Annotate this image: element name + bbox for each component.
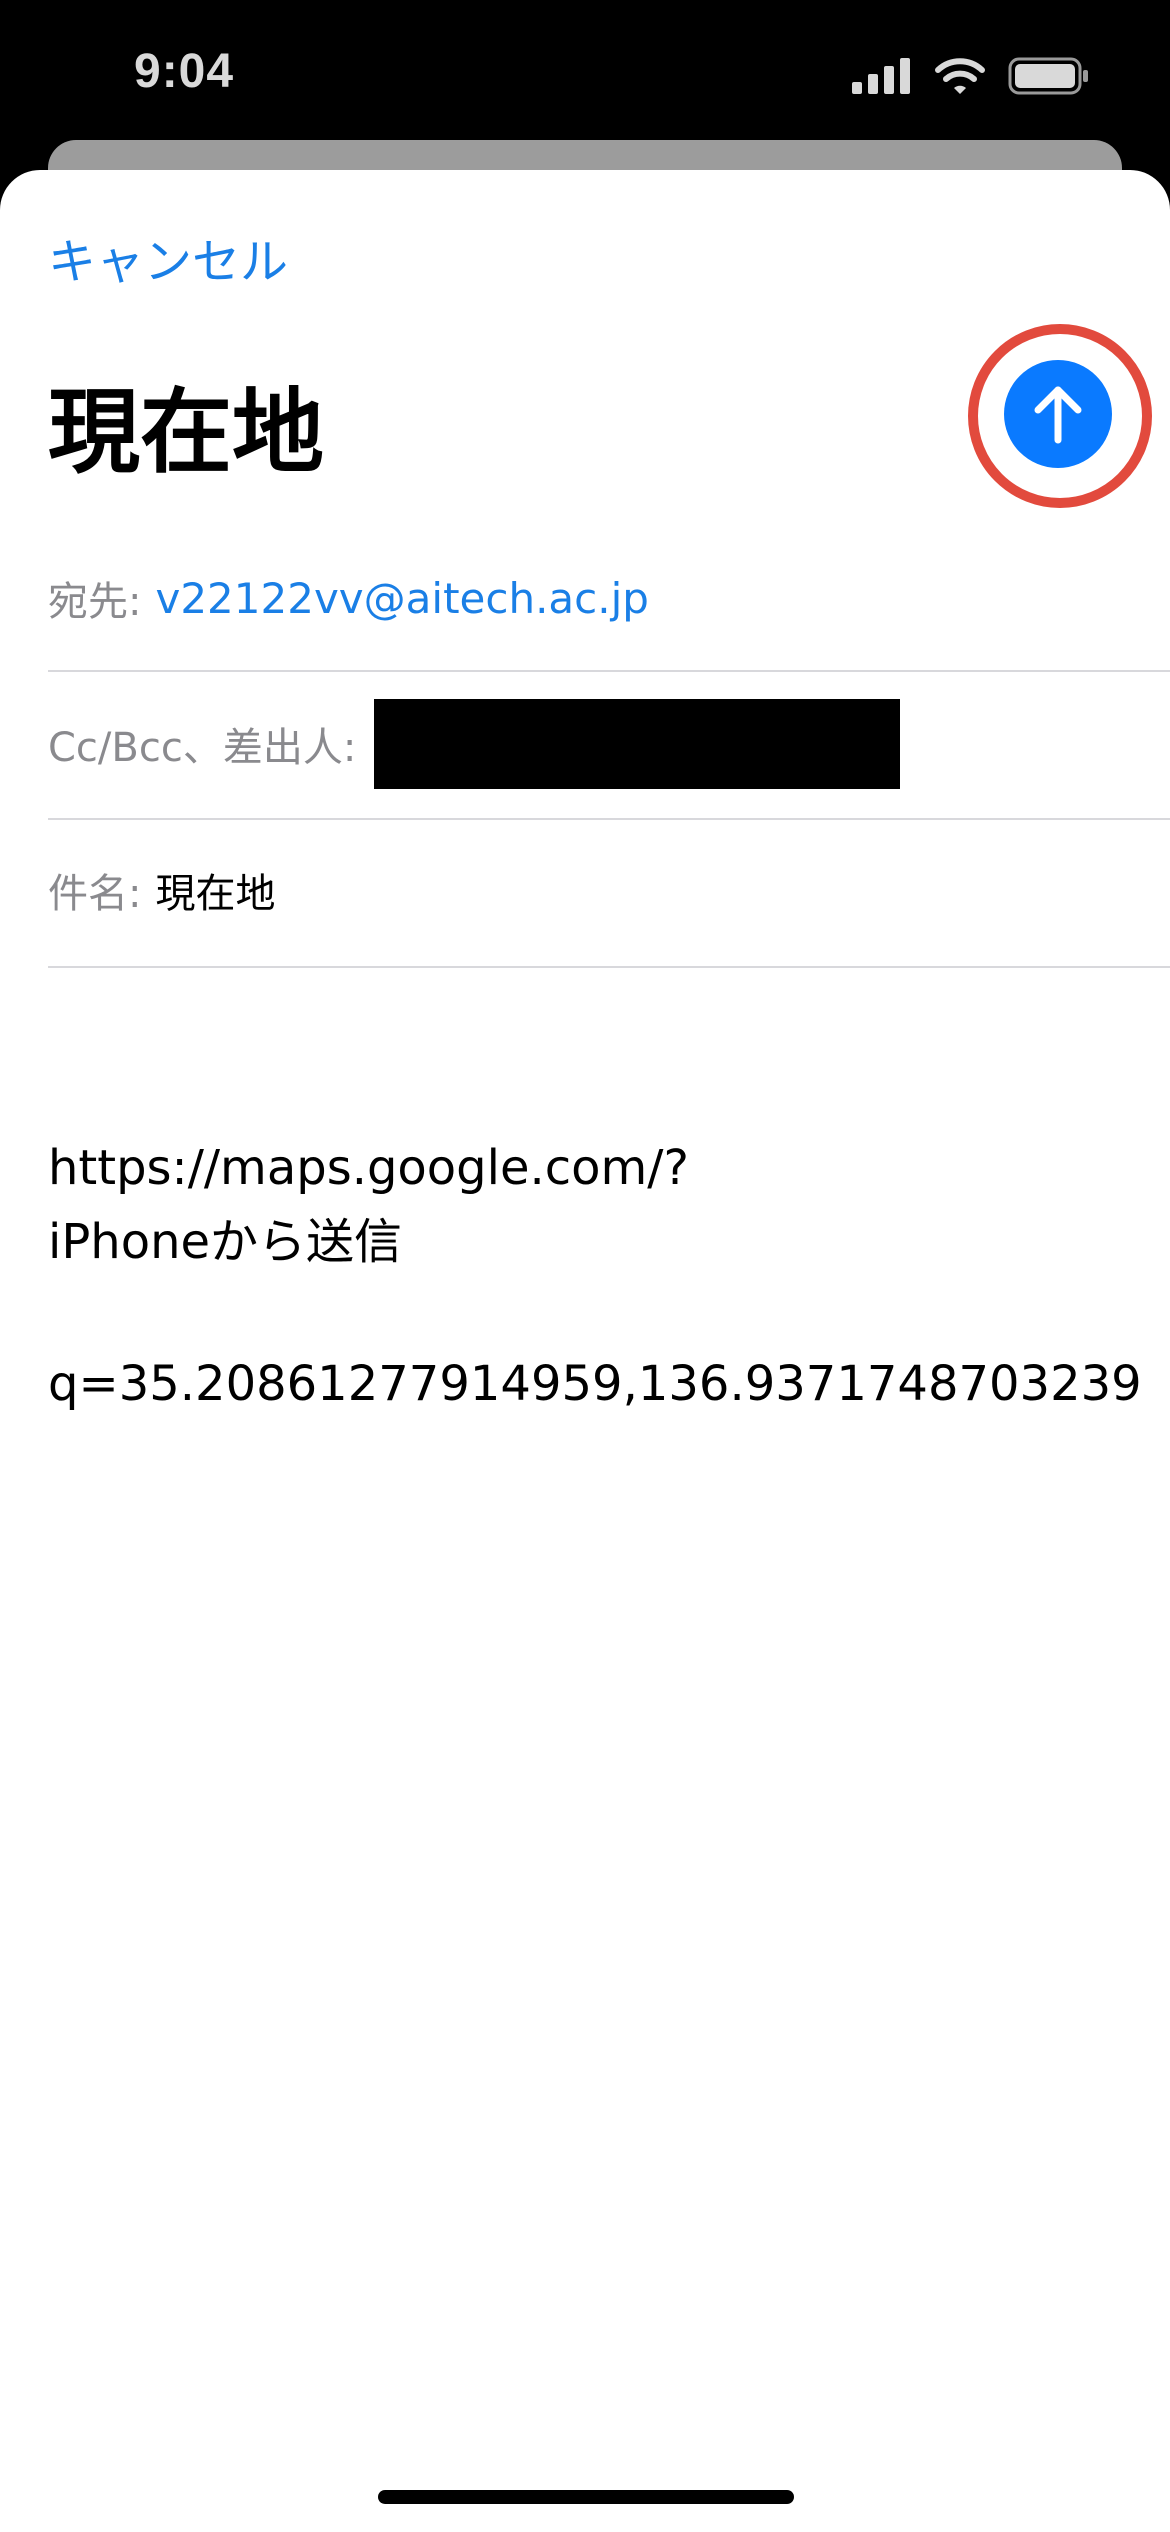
arrow-up-icon <box>1034 386 1082 444</box>
ccbcc-from-field[interactable]: Cc/Bcc、差出人: <box>48 698 1170 790</box>
screen: 9:04 キャンセル 現在地 宛先: v22122vv@aitech.ac.jp… <box>0 0 1170 2532</box>
divider <box>48 966 1170 968</box>
subject-label: 件名: <box>48 871 142 917</box>
page-title: 現在地 <box>48 379 325 486</box>
to-label: 宛先: <box>48 579 142 625</box>
subject-field[interactable]: 件名: 現在地 <box>48 858 1170 922</box>
subject-value[interactable]: 現在地 <box>155 861 275 919</box>
body-line: https://maps.google.com/? <box>48 1140 689 1196</box>
battery-icon <box>1008 57 1088 95</box>
redacted-sender <box>374 699 901 789</box>
home-indicator[interactable] <box>378 2490 794 2504</box>
cancel-button[interactable]: キャンセル <box>48 222 288 292</box>
body-line: q=35.20861277914959,136.9371748703239 <box>48 1356 1142 1412</box>
divider <box>48 818 1170 820</box>
signature[interactable]: iPhoneから送信 <box>48 1202 402 1272</box>
divider <box>48 670 1170 672</box>
status-time: 9:04 <box>134 45 235 98</box>
message-body[interactable]: https://maps.google.com/? q=35.208612779… <box>48 988 1148 1564</box>
wifi-icon <box>935 58 985 94</box>
to-field[interactable]: 宛先: v22122vv@aitech.ac.jp <box>48 566 1170 630</box>
send-button[interactable] <box>1004 360 1112 468</box>
to-recipient[interactable]: v22122vv@aitech.ac.jp <box>155 574 648 623</box>
ccbcc-label: Cc/Bcc、差出人: <box>48 725 357 771</box>
cellular-signal-icon <box>852 58 910 94</box>
status-icons <box>852 56 1090 96</box>
